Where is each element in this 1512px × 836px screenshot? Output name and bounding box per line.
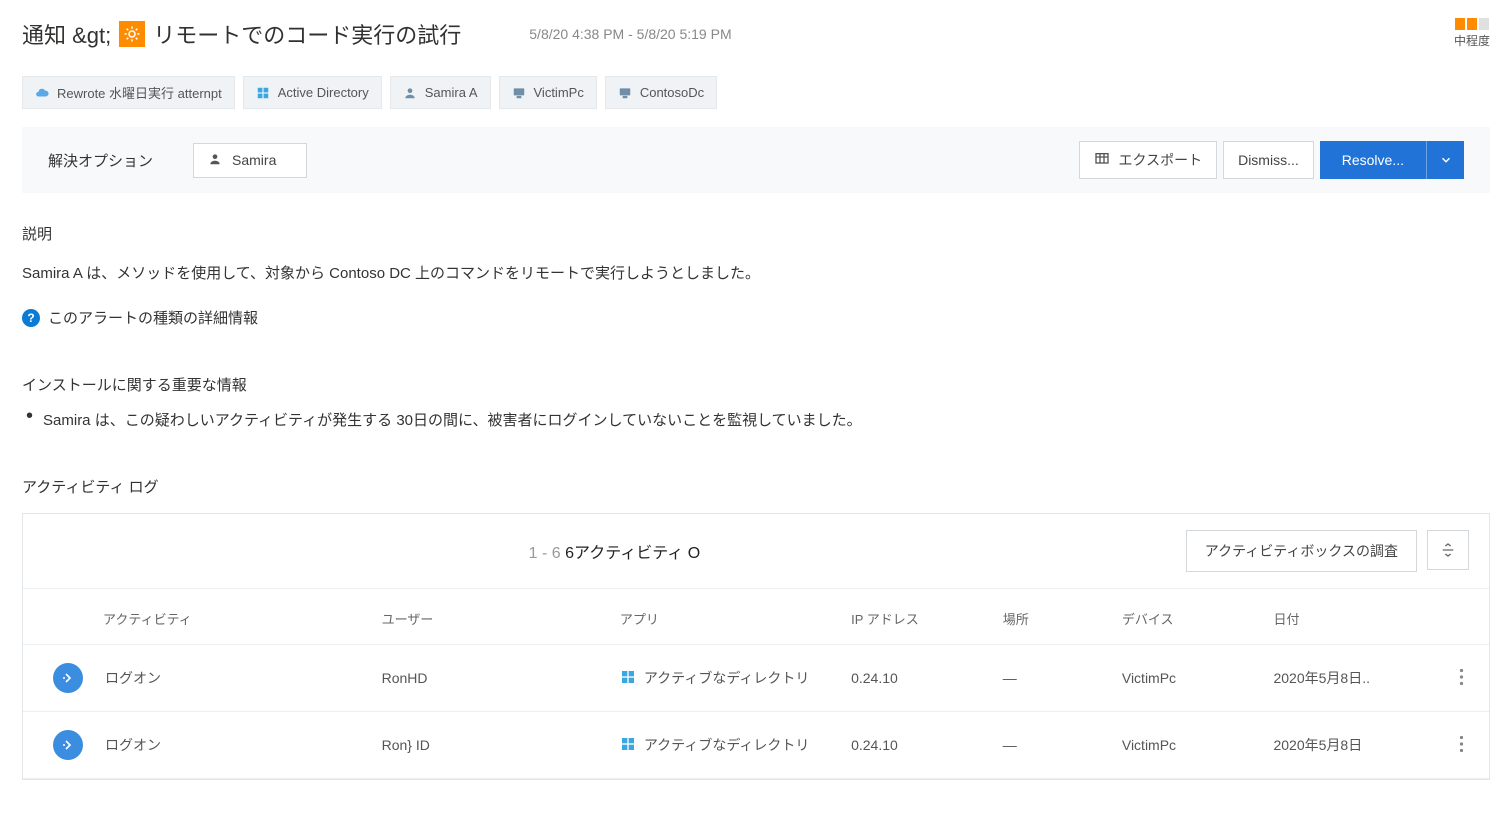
toolbar-label: 解決オプション xyxy=(48,150,153,171)
bullet-icon: • xyxy=(26,409,33,430)
cell-device: VictimPc xyxy=(1110,645,1262,712)
resolve-label: Resolve... xyxy=(1320,141,1426,179)
severity-bar-1 xyxy=(1455,18,1465,30)
description-section: 説明 Samira A は、メソッドを使用して、対象から Contoso DC … xyxy=(22,223,1490,430)
cell-date: 2020年5月8日.. xyxy=(1261,645,1434,712)
cell-device: VictimPc xyxy=(1110,712,1262,779)
activity-count-main: 6アクティビティ O xyxy=(565,545,700,562)
cell-ip: 0.24.10 xyxy=(839,712,991,779)
table-row[interactable]: ログオン RonHD アクティブなディレクトリ 0.24.10—VictimPc202… xyxy=(23,645,1489,712)
date-range: 5/8/20 4:38 PM - 5/8/20 5:19 PM xyxy=(529,26,731,42)
entity-chip-1[interactable]: Active Directory xyxy=(243,76,382,109)
severity-badge: 中程度 xyxy=(1454,18,1490,49)
entity-chip-2[interactable]: Samira A xyxy=(390,76,491,109)
resolve-button[interactable]: Resolve... xyxy=(1320,141,1464,179)
cell-location: — xyxy=(991,712,1110,779)
entity-chips: Rewrote 水曜日実行 atternpt Active Directory Sa… xyxy=(22,76,1490,109)
export-icon xyxy=(1094,151,1110,170)
col-app[interactable]: アプリ xyxy=(608,589,839,645)
chip-label: Samira A xyxy=(425,85,478,100)
activity-log: 1 - 6 6アクティビティ O アクティビティボックスの調査 アクティビティ … xyxy=(22,513,1490,780)
cell-user: Ron} ID xyxy=(370,712,608,779)
chip-label: ContosoDc xyxy=(640,85,704,100)
export-button[interactable]: エクスポート xyxy=(1079,141,1217,179)
resolve-dropdown[interactable] xyxy=(1426,141,1464,179)
resolution-toolbar: 解決オプション Samira エクスポート Dismiss... Resolve… xyxy=(22,127,1490,193)
windows-icon xyxy=(620,736,636,755)
windows-icon xyxy=(620,669,636,688)
dismiss-button[interactable]: Dismiss... xyxy=(1223,141,1314,179)
activity-count: 1 - 6 6アクティビティ O xyxy=(43,539,1186,563)
important-list: • Samira は、この疑わしいアクティビティが発生する 30日の間に、被害者に… xyxy=(22,409,1490,430)
chip-label: Rewrote 水曜日実行 atternpt xyxy=(57,83,222,102)
breadcrumb[interactable]: 通知 &gt; xyxy=(22,18,111,50)
entity-chip-0[interactable]: Rewrote 水曜日実行 atternpt xyxy=(22,76,235,109)
table-row[interactable]: ログオン Ron} ID アクティブなディレクトリ 0.24.10—VictimPc2… xyxy=(23,712,1489,779)
activity-log-title: アクティビティ ログ xyxy=(22,476,1490,497)
cell-location: — xyxy=(991,645,1110,712)
more-info-link[interactable]: ? このアラートの種類の詳細情報 xyxy=(22,307,1490,328)
cell-app: アクティブなディレクトリ xyxy=(644,668,809,688)
device-icon xyxy=(618,86,632,100)
cell-user: RonHD xyxy=(370,645,608,712)
description-text: Samira A は、メソッドを使用して、対象から Contoso DC 上のコ… xyxy=(22,262,1490,283)
row-menu-button[interactable] xyxy=(1435,645,1489,712)
info-icon: ? xyxy=(22,309,40,327)
description-label: 説明 xyxy=(22,223,1490,244)
important-title: インストールに関する重要な情報 xyxy=(22,374,1490,395)
cell-activity: ログオン xyxy=(105,735,161,755)
user-icon xyxy=(208,152,222,169)
cloud-icon xyxy=(35,86,49,100)
important-item-text: Samira は、この疑わしいアクティビティが発生する 30日の間に、被害者にロ… xyxy=(43,409,862,430)
col-activity[interactable]: アクティビティ xyxy=(23,589,370,645)
device-icon xyxy=(512,86,526,100)
entity-chip-4[interactable]: ContosoDc xyxy=(605,76,717,109)
important-item: • Samira は、この疑わしいアクティビティが発生する 30日の間に、被害者に… xyxy=(26,409,1490,430)
header: 通知 &gt; リモートでのコード実行の試行 5/8/20 4:38 PM - … xyxy=(22,18,1490,50)
chip-label: Active Directory xyxy=(278,85,369,100)
col-device[interactable]: デバイス xyxy=(1110,589,1262,645)
logon-icon xyxy=(53,663,83,693)
expand-button[interactable] xyxy=(1427,530,1469,570)
severity-label: 中程度 xyxy=(1454,32,1490,49)
investigate-button[interactable]: アクティビティボックスの調査 xyxy=(1186,530,1417,572)
col-ip[interactable]: IP アドレス xyxy=(839,589,991,645)
cell-app: アクティブなディレクトリ xyxy=(644,735,809,755)
windows-icon xyxy=(256,86,270,100)
more-info-text[interactable]: このアラートの種類の詳細情報 xyxy=(48,307,258,328)
activity-count-prefix: 1 - 6 xyxy=(529,545,561,562)
col-date[interactable]: 日付 xyxy=(1261,589,1434,645)
alert-icon xyxy=(119,21,145,47)
export-label: エクスポート xyxy=(1118,150,1202,170)
user-icon xyxy=(403,86,417,100)
chip-label: VictimPc xyxy=(534,85,584,100)
activity-table: アクティビティ ユーザー アプリ IP アドレス 場所 デバイス 日付 ログオン… xyxy=(23,589,1489,779)
cell-ip: 0.24.10 xyxy=(839,645,991,712)
page-title: リモートでのコード実行の試行 xyxy=(153,18,461,50)
user-selector-label: Samira xyxy=(232,152,276,168)
dismiss-label: Dismiss... xyxy=(1238,152,1299,168)
row-menu-button[interactable] xyxy=(1435,712,1489,779)
severity-bar-2 xyxy=(1467,18,1477,30)
logon-icon xyxy=(53,730,83,760)
col-location[interactable]: 場所 xyxy=(991,589,1110,645)
severity-bar-3 xyxy=(1479,18,1489,30)
col-user[interactable]: ユーザー xyxy=(370,589,608,645)
cell-date: 2020年5月8日 xyxy=(1261,712,1434,779)
cell-activity: ログオン xyxy=(105,668,161,688)
entity-chip-3[interactable]: VictimPc xyxy=(499,76,597,109)
user-selector[interactable]: Samira xyxy=(193,143,307,178)
